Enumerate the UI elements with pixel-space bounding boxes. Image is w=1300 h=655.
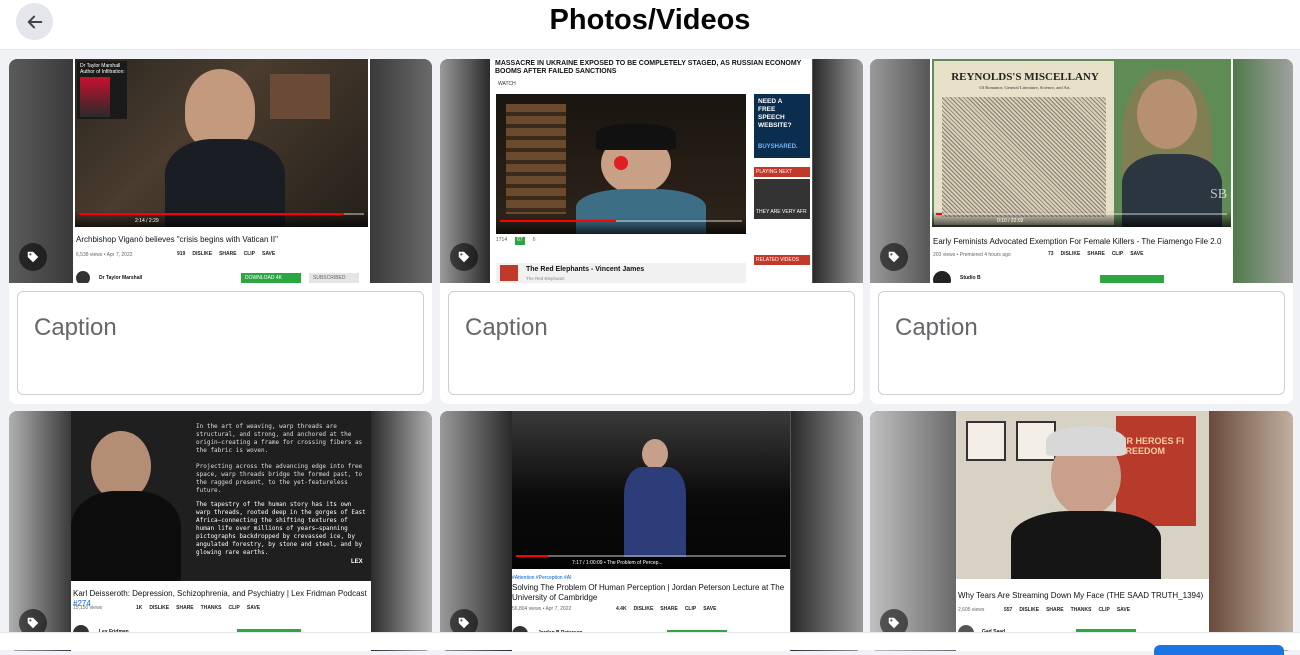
channel-name: Dr Taylor Marshall <box>99 275 143 281</box>
channel-name: Studio B <box>960 275 981 281</box>
video-hashtags: #Attention #Perception #AI <box>512 575 572 581</box>
page-title: Photos/Videos <box>549 4 751 36</box>
media-grid: Dr Taylor Marshall Author of Infiltratio… <box>0 50 1300 651</box>
video-thumbnail[interactable]: 7:17 / 1:00:09 • The Problem of Percep..… <box>440 411 863 651</box>
video-actions: 1K DISLIKE SHARE THANKS CLIP SAVE <box>136 605 261 611</box>
tag-icon <box>458 251 470 263</box>
tag-button[interactable] <box>880 243 908 271</box>
video-meta: 6,538 views • Apr 7, 2022 <box>76 252 133 258</box>
video-thumbnail[interactable]: Dr Taylor Marshall Author of Infiltratio… <box>9 59 432 283</box>
media-card: MASSACRE IN UKRAINE EXPOSED TO BE COMPLE… <box>440 59 863 404</box>
caption-input[interactable]: Caption <box>878 291 1285 395</box>
newspaper-title: REYNOLDS'S MISCELLANY <box>951 71 1099 83</box>
tag-icon <box>888 251 900 263</box>
video-title: Early Feminists Advocated Exemption For … <box>933 237 1222 246</box>
video-thumbnail[interactable]: REYNOLDS'S MISCELLANY Of Romance, Genera… <box>870 59 1293 283</box>
video-thumbnail[interactable]: UR HEROES FI FREEDOM Why Tears Are Strea… <box>870 411 1293 651</box>
video-actions: 73 DISLIKE SHARE CLIP SAVE <box>1048 251 1144 257</box>
video-thumbnail[interactable]: MASSACRE IN UKRAINE EXPOSED TO BE COMPLE… <box>440 59 863 283</box>
video-meta: 15,150 views <box>73 605 103 611</box>
tag-icon <box>888 617 900 629</box>
tag-icon <box>27 617 39 629</box>
video-actions: 4.4K DISLIKE SHARE CLIP SAVE <box>616 606 717 612</box>
media-card: REYNOLDS'S MISCELLANY Of Romance, Genera… <box>870 59 1293 404</box>
video-meta: 2,605 views <box>958 607 985 613</box>
dialog-header: Photos/Videos <box>0 0 1300 50</box>
tag-button[interactable] <box>19 243 47 271</box>
overlay-author-text: Dr Taylor Marshall Author of Infiltratio… <box>80 63 125 75</box>
video-title: Archbishop Viganò believes "crisis begin… <box>76 235 278 244</box>
tag-icon <box>458 617 470 629</box>
video-title: Why Tears Are Streaming Down My Face (TH… <box>958 591 1204 600</box>
caption-input[interactable]: Caption <box>17 291 424 395</box>
caption-input[interactable]: Caption <box>448 291 855 395</box>
primary-action-button[interactable] <box>1154 645 1284 655</box>
video-actions: 557 DISLIKE SHARE THANKS CLIP SAVE <box>1004 607 1131 613</box>
media-card: UR HEROES FI FREEDOM Why Tears Are Strea… <box>870 411 1293 651</box>
media-card: 7:17 / 1:00:09 • The Problem of Percep..… <box>440 411 863 651</box>
media-card: Dr Taylor Marshall Author of Infiltratio… <box>9 59 432 404</box>
article-headline: MASSACRE IN UKRAINE EXPOSED TO BE COMPLE… <box>495 60 802 75</box>
dialog-footer <box>0 632 1300 655</box>
media-card: In the art of weaving, warp threads are … <box>9 411 432 651</box>
tag-button[interactable] <box>450 243 478 271</box>
video-meta: 203 views • Premiered 4 hours ago <box>933 252 1011 258</box>
video-thumbnail[interactable]: In the art of weaving, warp threads are … <box>9 411 432 651</box>
video-actions: 919 DISLIKE SHARE CLIP SAVE <box>177 251 276 257</box>
tag-icon <box>27 251 39 263</box>
video-title: Solving The Problem Of Human Perception … <box>512 583 785 602</box>
video-meta: 56,804 views • Apr 7, 2022 <box>512 606 572 612</box>
